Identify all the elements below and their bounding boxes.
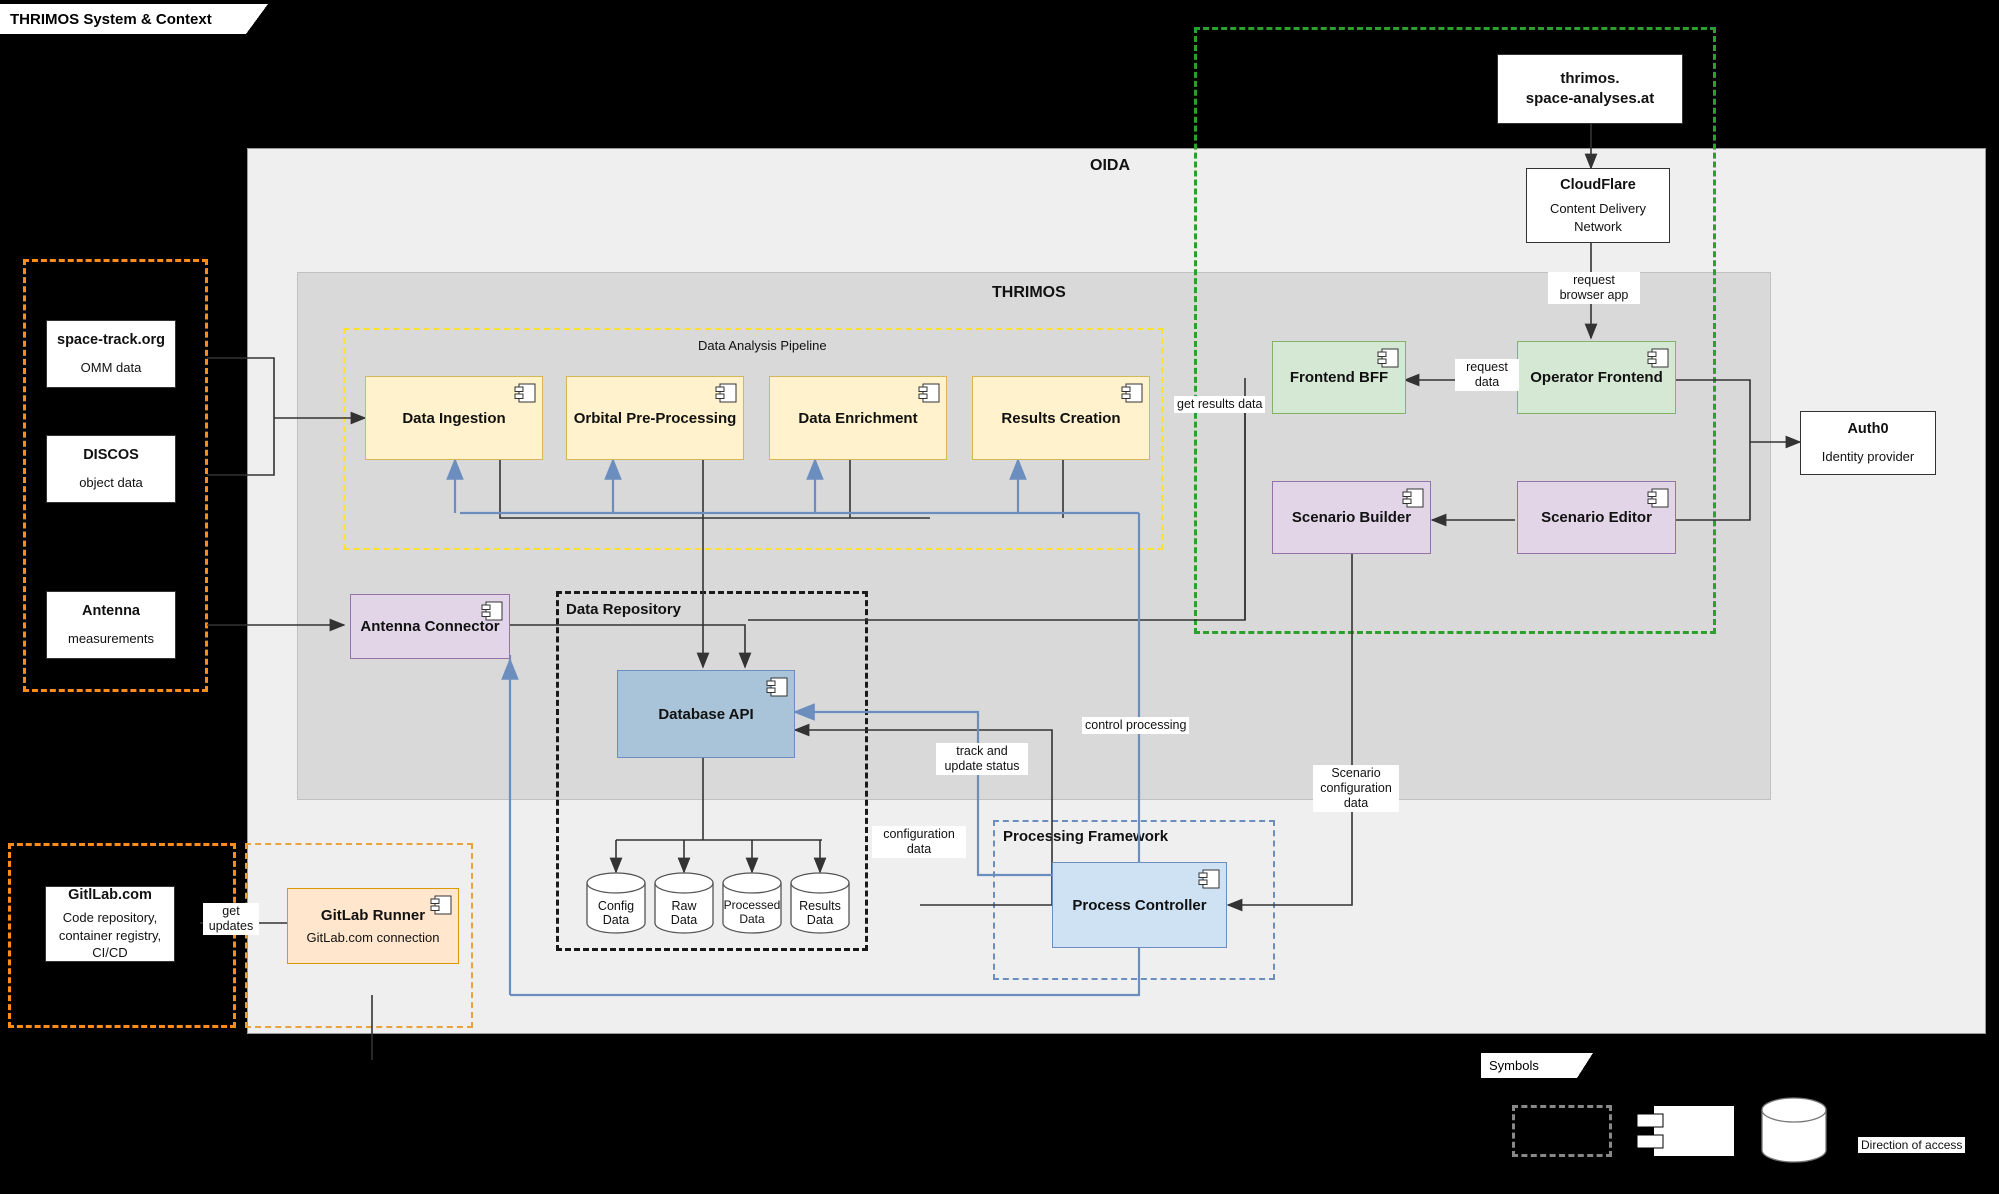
- legend-datastore-icon: [1760, 1097, 1828, 1163]
- component-scenario-builder[interactable]: Scenario Builder: [1272, 481, 1431, 554]
- uml-component-icon: [1402, 488, 1424, 508]
- component-gitlab-runner-label: GitLab Runner: [320, 907, 426, 924]
- external-antenna-name: Antenna: [82, 603, 140, 620]
- component-data-enrichment-label: Data Enrichment: [798, 409, 918, 427]
- component-orbital-pre-processing-label: Orbital Pre-Processing: [573, 409, 737, 427]
- edge-label-track-and-update-status: track and update status: [936, 743, 1028, 775]
- uml-component-icon: [715, 383, 737, 403]
- external-cloudflare-name: CloudFlare: [1560, 176, 1636, 193]
- boundary-data-analysis-pipeline-label: Data Analysis Pipeline: [698, 338, 827, 353]
- component-scenario-editor[interactable]: Scenario Editor: [1517, 481, 1676, 554]
- component-data-enrichment[interactable]: Data Enrichment: [769, 376, 947, 460]
- external-thrimos-domain-name: thrimos. space-analyses.at: [1525, 69, 1655, 107]
- component-gitlab-runner-sub: GitLab.com connection: [306, 930, 440, 945]
- component-results-creation-label: Results Creation: [1001, 409, 1121, 427]
- datastore-raw-data: Raw Data: [654, 872, 714, 934]
- component-scenario-editor-label: Scenario Editor: [1541, 509, 1652, 526]
- legend-direction-of-access-label: Direction of access: [1858, 1137, 1966, 1154]
- datastore-config-data: Config Data: [586, 872, 646, 934]
- component-database-api[interactable]: Database API: [617, 670, 795, 758]
- external-auth0-name: Auth0: [1847, 421, 1889, 438]
- component-data-ingestion-label: Data Ingestion: [402, 409, 506, 427]
- uml-component-icon: [430, 895, 452, 915]
- datastore-results-data-label: Results Data: [799, 898, 841, 927]
- external-thrimos-domain: thrimos. space-analyses.at: [1497, 54, 1683, 124]
- external-antenna: Antenna measurements: [46, 591, 176, 659]
- legend-tag-fold: [1577, 1053, 1593, 1078]
- external-cloudflare-desc: Content Delivery Network: [1549, 201, 1647, 234]
- external-space-track-desc: OMM data: [80, 360, 142, 375]
- component-gitlab-runner[interactable]: GitLab Runner GitLab.com connection: [287, 888, 459, 964]
- boundary-processing-framework-label: Processing Framework: [1003, 828, 1169, 845]
- component-antenna-connector[interactable]: Antenna Connector: [350, 594, 510, 659]
- edge-label-get-results-data: get results data: [1174, 396, 1266, 413]
- external-discos-name: DISCOS: [83, 447, 139, 464]
- component-frontend-bff[interactable]: Frontend BFF: [1272, 341, 1406, 414]
- datastore-raw-data-label: Raw Data: [670, 898, 698, 927]
- component-results-creation[interactable]: Results Creation: [972, 376, 1150, 460]
- component-process-controller[interactable]: Process Controller: [1052, 862, 1227, 948]
- component-data-ingestion[interactable]: Data Ingestion: [365, 376, 543, 460]
- uml-component-icon: [766, 677, 788, 697]
- external-gitlab-com-name: GitlLab.com: [68, 887, 152, 904]
- datastore-config-data-label: Config Data: [597, 898, 635, 927]
- component-orbital-pre-processing[interactable]: Orbital Pre-Processing: [566, 376, 744, 460]
- component-process-controller-label: Process Controller: [1072, 896, 1207, 914]
- tag-fold-corner: [246, 4, 268, 34]
- external-gitlab-com: GitlLab.com Code repository, container r…: [45, 886, 175, 962]
- legend-tag: Symbols: [1481, 1053, 1593, 1078]
- cylinder-shape: [1761, 1097, 1827, 1163]
- component-scenario-builder-label: Scenario Builder: [1291, 509, 1412, 526]
- external-auth0-desc: Identity provider: [1821, 449, 1915, 464]
- edge-label-request-data: request data: [1455, 359, 1519, 391]
- external-discos-desc: object data: [79, 475, 143, 490]
- uml-component-icon: [1647, 488, 1669, 508]
- uml-component-icon: [1377, 348, 1399, 368]
- uml-component-icon: [1636, 1106, 1734, 1156]
- uml-component-icon: [1647, 348, 1669, 368]
- legend-component-icon: [1636, 1105, 1736, 1157]
- datastore-processed-data-label: Processed Data: [723, 898, 781, 926]
- zone-oida-label: OIDA: [1090, 157, 1130, 174]
- external-auth0: Auth0 Identity provider: [1800, 411, 1936, 475]
- external-gitlab-com-desc: Code repository, container registry, CI/…: [58, 909, 162, 961]
- diagram-title: THRIMOS System & Context: [10, 10, 212, 28]
- diagram-title-tag: THRIMOS System & Context: [0, 4, 268, 34]
- external-cloudflare: CloudFlare Content Delivery Network: [1526, 168, 1670, 243]
- legend-tag-label: Symbols: [1489, 1058, 1539, 1073]
- uml-component-icon: [514, 383, 536, 403]
- external-space-track-name: space-track.org: [57, 332, 165, 349]
- component-database-api-label: Database API: [658, 705, 754, 723]
- uml-component-icon: [481, 601, 503, 621]
- zone-thrimos-label: THRIMOS: [992, 284, 1066, 301]
- edge-label-configuration-data: configuration data: [872, 826, 966, 858]
- diagram-canvas: OIDA THRIMOS Data Analysis Pipeline Data…: [0, 0, 1999, 1194]
- uml-component-icon: [1121, 383, 1143, 403]
- legend-boundary-icon: [1512, 1105, 1612, 1157]
- edge-label-get-updates: get updates: [203, 903, 259, 935]
- boundary-data-repository-label: Data Repository: [566, 601, 682, 618]
- datastore-results-data: Results Data: [790, 872, 850, 934]
- component-operator-frontend[interactable]: Operator Frontend: [1517, 341, 1676, 414]
- external-space-track: space-track.org OMM data: [46, 320, 176, 388]
- uml-component-icon: [1198, 869, 1220, 889]
- component-frontend-bff-label: Frontend BFF: [1289, 369, 1389, 386]
- external-antenna-desc: measurements: [68, 631, 154, 646]
- edge-label-control-processing: control processing: [1082, 717, 1190, 734]
- edge-label-scenario-configuration-data: Scenario configuration data: [1313, 765, 1399, 812]
- uml-component-icon: [918, 383, 940, 403]
- component-operator-frontend-label: Operator Frontend: [1530, 369, 1663, 386]
- external-discos: DISCOS object data: [46, 435, 176, 503]
- edge-label-request-browser-app: request browser app: [1548, 272, 1640, 304]
- datastore-processed-data: Processed Data: [722, 872, 782, 934]
- component-antenna-connector-label: Antenna Connector: [360, 618, 500, 635]
